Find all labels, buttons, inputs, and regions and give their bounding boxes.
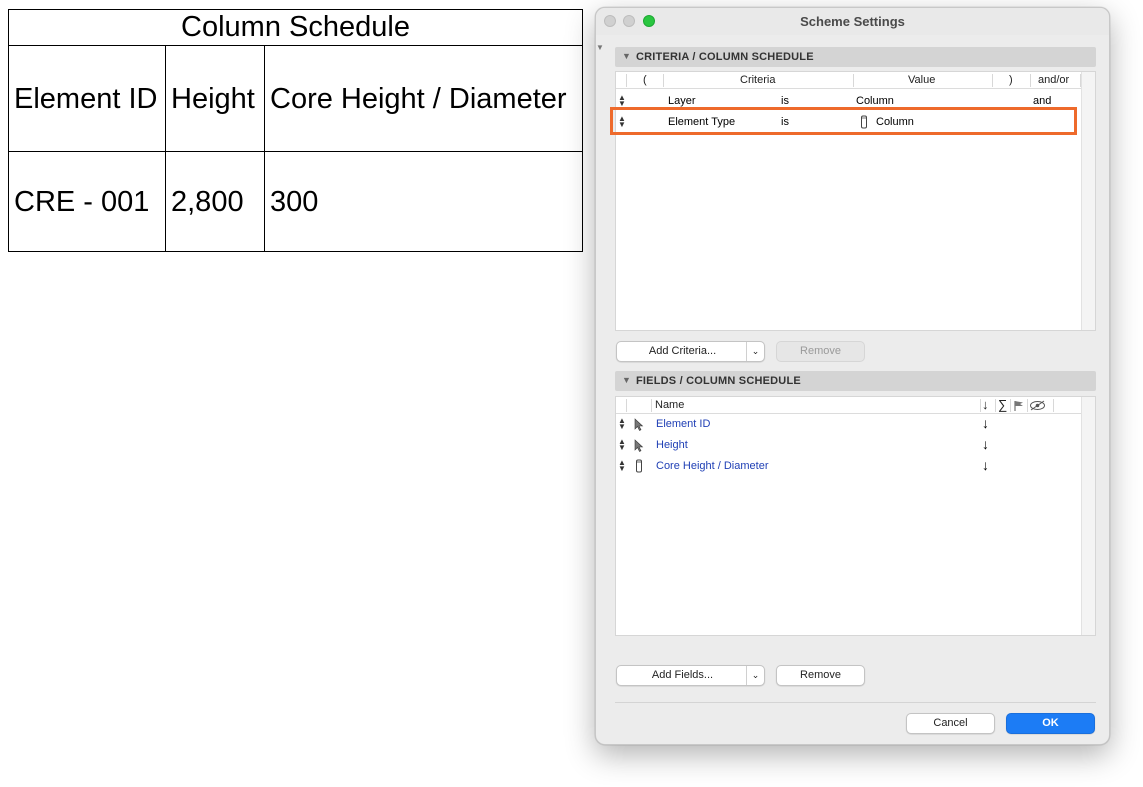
- field-row[interactable]: ▲ ▼ Element ID ↓: [616, 414, 1083, 435]
- add-fields-label: Add Fields...: [651, 669, 714, 681]
- header-height: Height: [166, 46, 265, 152]
- sort-arrow-icon[interactable]: ↓: [982, 436, 989, 452]
- reorder-handle-icon[interactable]: ▲ ▼: [618, 417, 626, 431]
- disclosure-triangle-icon[interactable]: ▼: [622, 51, 631, 61]
- title-bar[interactable]: Scheme Settings: [596, 8, 1109, 35]
- header-element-id: Element ID: [9, 46, 166, 152]
- col-andor: and/or: [1038, 74, 1070, 86]
- fields-list: Name ↓ ∑ ▲ ▼ Element ID ↓ ▲ ▼ Height ↓ ▲…: [615, 396, 1096, 636]
- ok-button[interactable]: OK: [1006, 713, 1095, 734]
- pointer-arrow-icon: [634, 439, 644, 452]
- sort-arrow-icon[interactable]: ↓: [982, 415, 989, 431]
- cell-height: 2,800: [166, 152, 265, 252]
- col-criteria: Criteria: [740, 74, 776, 86]
- fields-scrollbar[interactable]: [1081, 397, 1095, 635]
- header-core-height: Core Height / Diameter: [265, 46, 583, 152]
- field-row[interactable]: ▲ ▼ Height ↓: [616, 435, 1083, 456]
- add-fields-button[interactable]: Add Fields... ⌄: [616, 665, 765, 686]
- criteria-andor[interactable]: and: [1033, 95, 1051, 107]
- sort-arrow-icon[interactable]: ↓: [982, 457, 989, 473]
- dialog-title: Scheme Settings: [800, 14, 905, 29]
- criteria-name[interactable]: Layer: [668, 95, 696, 107]
- field-row[interactable]: ▲ ▼ Core Height / Diameter ↓: [616, 456, 1083, 477]
- criteria-section-header[interactable]: ▼ CRITERIA / COLUMN SCHEDULE: [615, 47, 1096, 67]
- flag-icon: [1014, 401, 1023, 411]
- footer-divider: [615, 702, 1096, 703]
- field-name[interactable]: Element ID: [656, 418, 710, 430]
- cell-core-height: 300: [270, 186, 319, 218]
- fields-section-header[interactable]: ▼ FIELDS / COLUMN SCHEDULE: [615, 371, 1096, 391]
- field-name[interactable]: Core Height / Diameter: [656, 460, 769, 472]
- collapse-triangle-icon[interactable]: ▼: [596, 43, 604, 52]
- field-name[interactable]: Height: [656, 439, 688, 451]
- col-value: Value: [908, 74, 936, 86]
- highlight-box: [610, 107, 1077, 135]
- col-name: Name: [655, 399, 685, 411]
- fields-section-label: FIELDS / COLUMN SCHEDULE: [636, 375, 801, 387]
- reorder-handle-icon[interactable]: ▲ ▼: [618, 459, 626, 473]
- reorder-handle-icon[interactable]: ▲ ▼: [618, 438, 626, 452]
- col-sum: ∑: [998, 397, 1008, 412]
- fields-column-header: Name ↓ ∑: [616, 397, 1083, 414]
- col-sort: ↓: [982, 397, 989, 412]
- disclosure-triangle-icon[interactable]: ▼: [622, 375, 631, 385]
- criteria-section-label: CRITERIA / COLUMN SCHEDULE: [636, 51, 814, 63]
- reorder-handle-icon[interactable]: ▲ ▼: [618, 94, 626, 108]
- chevron-down-icon[interactable]: ⌄: [746, 342, 764, 361]
- hidden-eye-icon: [1030, 400, 1045, 411]
- cancel-button[interactable]: Cancel: [906, 713, 995, 734]
- column-tool-icon: [636, 459, 642, 473]
- remove-criteria-button[interactable]: Remove: [776, 341, 865, 362]
- criteria-scrollbar[interactable]: [1081, 72, 1095, 330]
- criteria-column-header: ( Criteria Value ) and/or: [616, 72, 1083, 89]
- pointer-arrow-icon: [634, 418, 644, 431]
- criteria-value[interactable]: Column: [856, 95, 894, 107]
- criteria-operator[interactable]: is: [781, 95, 789, 107]
- col-open-paren: (: [643, 74, 647, 86]
- remove-field-button[interactable]: Remove: [776, 665, 865, 686]
- add-criteria-button[interactable]: Add Criteria... ⌄: [616, 341, 765, 362]
- cell-element-id: CRE - 001: [9, 152, 166, 252]
- col-close-paren: ): [1009, 74, 1013, 86]
- chevron-down-icon[interactable]: ⌄: [746, 666, 764, 685]
- schedule-title: Column Schedule: [9, 10, 582, 46]
- add-criteria-label: Add Criteria...: [648, 345, 717, 357]
- column-schedule-table: Column Schedule Element ID Height Core H…: [8, 9, 583, 252]
